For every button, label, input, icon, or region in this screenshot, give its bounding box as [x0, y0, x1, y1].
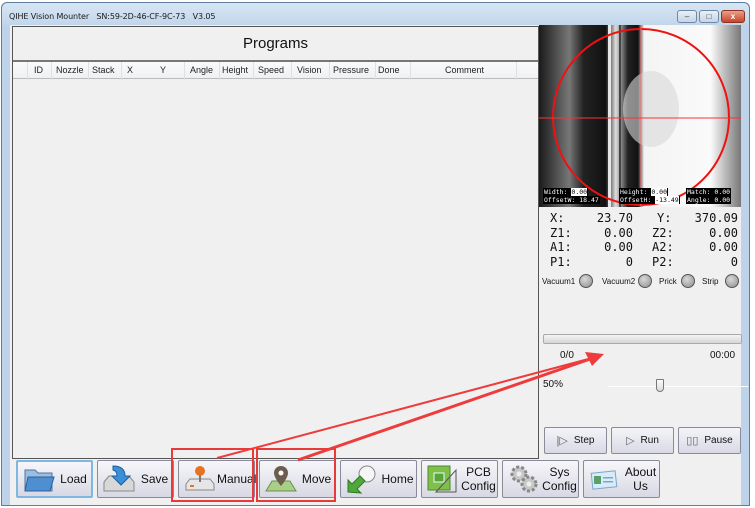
- app-window: QIHE Vision Mounter SN:59-2D-46-CF-9C-73…: [1, 2, 750, 506]
- vacuum1-label: Vacuum1: [542, 277, 576, 286]
- offseth-readout: OffsetH: -13.49: [619, 196, 680, 204]
- minimize-icon: –: [684, 12, 690, 21]
- minimize-button[interactable]: –: [677, 10, 697, 23]
- programs-table-header: ID Nozzle Stack X Y Angle Height Speed V…: [13, 60, 538, 80]
- speed-slider-thumb[interactable]: [656, 379, 664, 392]
- z2-value: 0.00: [709, 225, 738, 240]
- joystick-icon: [183, 464, 217, 494]
- match-readout: Match: 0.00: [686, 188, 732, 196]
- save-disk-icon: [102, 464, 136, 494]
- progress-time: 00:00: [710, 350, 736, 361]
- a2-label: A2:: [652, 240, 674, 254]
- gears-icon: [507, 464, 541, 494]
- vacuum2-label: Vacuum2: [602, 277, 636, 286]
- pcb-board-icon: [426, 464, 460, 494]
- save-button[interactable]: Save: [97, 460, 174, 498]
- pause-button[interactable]: ▯▯ Pause: [678, 427, 741, 454]
- serial-number: SN:59-2D-46-CF-9C-73: [96, 12, 186, 21]
- version: V3.05: [192, 12, 216, 21]
- strip-led-icon[interactable]: [725, 274, 739, 288]
- strip-label: Strip: [702, 277, 719, 286]
- pause-icon: ▯▯: [686, 435, 699, 447]
- z2-label: Z2:: [652, 225, 674, 240]
- z1-label: Z1:: [550, 225, 572, 240]
- speed-slider-track[interactable]: [608, 386, 748, 387]
- home-arrow-icon: [345, 464, 379, 494]
- step-button[interactable]: |▷ Step: [544, 427, 607, 454]
- vacuum1-led-icon[interactable]: [579, 274, 593, 288]
- column-vision[interactable]: Vision: [297, 65, 321, 75]
- column-nozzle[interactable]: Nozzle: [56, 65, 84, 75]
- maximize-icon: □: [706, 12, 712, 21]
- move-button[interactable]: Move: [259, 460, 336, 498]
- height-readout: Height: 0.00: [619, 188, 668, 196]
- column-comment[interactable]: Comment: [445, 65, 484, 75]
- column-speed[interactable]: Speed: [258, 65, 284, 75]
- programs-panel: Programs ID Nozzle Stack X Y Angle Heigh…: [12, 26, 539, 459]
- progress-bar: [543, 334, 742, 344]
- x-value: 23.70: [596, 211, 633, 225]
- width-readout: Width: 0.00: [543, 188, 589, 196]
- p2-value: 0: [730, 254, 738, 269]
- a2-value: 0.00: [709, 240, 738, 254]
- prick-label: Prick: [659, 277, 677, 286]
- p1-label: P1:: [550, 254, 572, 269]
- client-area: Programs ID Nozzle Stack X Y Angle Heigh…: [10, 25, 748, 505]
- load-button[interactable]: Load: [16, 460, 93, 498]
- folder-icon: [22, 464, 56, 494]
- p1-value: 0: [625, 254, 633, 269]
- home-button[interactable]: Home: [340, 460, 417, 498]
- column-done[interactable]: Done: [378, 65, 400, 75]
- sys-config-button[interactable]: Sys Config: [502, 460, 579, 498]
- a1-label: A1:: [550, 240, 572, 254]
- p2-label: P2:: [652, 254, 674, 269]
- app-name: QIHE Vision Mounter: [9, 12, 90, 21]
- column-stack[interactable]: Stack: [92, 65, 115, 75]
- y-label: Y:: [657, 211, 672, 225]
- pcb-config-button[interactable]: PCB Config: [421, 460, 498, 498]
- run-button[interactable]: ▷ Run: [611, 427, 674, 454]
- column-y[interactable]: Y: [160, 65, 166, 75]
- column-height[interactable]: Height: [222, 65, 248, 75]
- camera-view[interactable]: Width: 0.00 OffsetW: 18.47 Height: 0.00 …: [539, 25, 741, 207]
- map-pin-icon: [264, 464, 298, 494]
- close-button[interactable]: x: [721, 10, 745, 23]
- vacuum2-led-icon[interactable]: [638, 274, 652, 288]
- close-icon: x: [730, 12, 736, 21]
- step-icon: |▷: [556, 435, 568, 447]
- offsetw-readout: OffsetW: 18.47: [543, 196, 600, 204]
- prick-led-icon[interactable]: [681, 274, 695, 288]
- title-bar[interactable]: QIHE Vision Mounter SN:59-2D-46-CF-9C-73…: [2, 3, 749, 25]
- speed-percent: 50%: [543, 379, 564, 390]
- y-value: 370.09: [694, 211, 738, 225]
- maximize-button[interactable]: □: [699, 10, 719, 23]
- a1-value: 0.00: [604, 240, 633, 254]
- coordinates-panel: X: 23.70 Y: 370.09 Z1: 0.00 Z2: 0.00 A1: 0.00 A2…: [540, 211, 740, 269]
- x-label: X:: [550, 211, 565, 225]
- camera-image: [539, 25, 741, 207]
- angle-readout: Angle: 0.00: [686, 196, 732, 204]
- play-icon: ▷: [626, 435, 635, 447]
- about-us-button[interactable]: About Us: [583, 460, 660, 498]
- programs-title: Programs: [242, 35, 309, 52]
- column-pressure[interactable]: Pressure: [333, 65, 369, 75]
- window-title: QIHE Vision Mounter SN:59-2D-46-CF-9C-73…: [9, 12, 216, 21]
- column-x[interactable]: X: [127, 65, 133, 75]
- z1-value: 0.00: [604, 225, 633, 240]
- column-angle[interactable]: Angle: [190, 65, 213, 75]
- manual-button[interactable]: Manual: [178, 460, 256, 498]
- progress-count: 0/0: [560, 350, 574, 361]
- column-id[interactable]: ID: [34, 65, 43, 75]
- indicator-row: Vacuum1 Vacuum2 Prick Strip: [542, 274, 742, 290]
- id-card-icon: [588, 464, 622, 494]
